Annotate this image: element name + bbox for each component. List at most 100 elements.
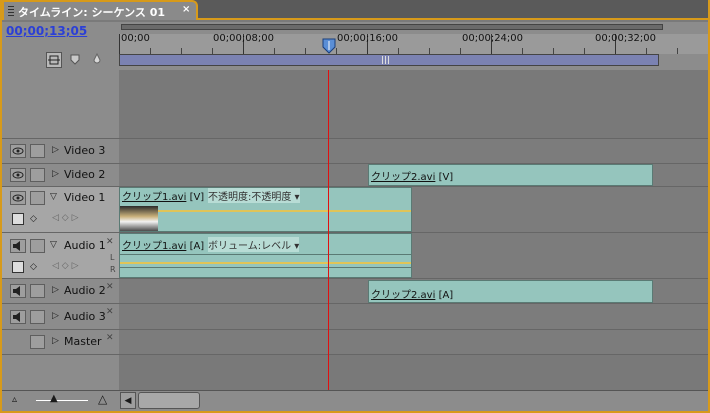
tab-title: タイムライン: シーケンス 01 xyxy=(18,6,166,19)
track-video2[interactable]: クリップ2.avi [V] xyxy=(119,163,708,186)
eye-icon[interactable] xyxy=(10,168,26,182)
lock-toggle[interactable] xyxy=(30,144,45,158)
time-ruler-area: 00;00 00;00;08;00 00;00;16;00 00;00;24;0… xyxy=(119,22,708,70)
lock-toggle[interactable] xyxy=(30,335,45,349)
clip-audio1[interactable]: クリップ1.avi [A] ボリューム:レベル ▾ xyxy=(119,233,412,278)
ruler-label: 00;00;16;00 xyxy=(337,33,399,44)
snap-icon xyxy=(48,55,60,65)
stereo-icon: ✕ xyxy=(106,307,114,317)
keyframe-display-icon[interactable]: ◇ xyxy=(30,262,37,272)
track-header-empty xyxy=(2,70,119,138)
lock-toggle[interactable] xyxy=(30,191,45,205)
stereo-icon: ✕ xyxy=(106,282,114,292)
encore-marker-button[interactable] xyxy=(90,52,106,68)
track-name: Master xyxy=(64,335,102,348)
clip-name: クリップ2.avi xyxy=(371,172,436,183)
stereo-icon: ✕ xyxy=(106,333,114,343)
channel-divider xyxy=(120,254,411,255)
effect-menu[interactable]: 不透明度:不透明度 ▾ xyxy=(208,188,300,203)
track-name: Video 2 xyxy=(64,168,106,181)
lock-toggle[interactable] xyxy=(30,239,45,253)
track-area-empty xyxy=(119,354,708,390)
track-name: Video 3 xyxy=(64,144,106,157)
track-name: Video 1 xyxy=(64,191,106,204)
horizontal-scroll-thumb[interactable] xyxy=(138,392,200,409)
grip-icon[interactable] xyxy=(8,6,14,16)
volume-line[interactable] xyxy=(120,262,411,264)
clip-tag: [A] xyxy=(438,290,454,301)
speaker-icon[interactable] xyxy=(10,284,26,298)
time-ruler[interactable]: 00;00 00;00;08;00 00;00;16;00 00;00;24;0… xyxy=(119,33,708,54)
track-header-empty xyxy=(2,354,119,390)
current-timecode[interactable]: 00;00;13;05 xyxy=(6,24,87,38)
effect-menu[interactable]: ボリューム:レベル ▾ xyxy=(208,237,300,252)
work-area-bar[interactable] xyxy=(119,54,659,66)
lock-toggle[interactable] xyxy=(30,310,45,324)
speaker-icon[interactable] xyxy=(10,310,26,324)
playhead-line[interactable] xyxy=(328,70,329,390)
clip-name: クリップ1.avi xyxy=(122,192,187,203)
zoom-slider-track[interactable] xyxy=(36,400,88,401)
collapse-icon[interactable]: ▽ xyxy=(50,240,57,250)
opacity-line[interactable] xyxy=(158,210,411,212)
ruler-label: 00;00;08;00 xyxy=(213,33,275,44)
expand-icon[interactable]: ▷ xyxy=(52,169,59,179)
track-header-video3[interactable]: ▷ Video 3 xyxy=(2,138,119,163)
track-header-master[interactable]: ▷ Master ✕ xyxy=(2,329,119,354)
track-header-video2[interactable]: ▷ Video 2 xyxy=(2,163,119,186)
keyframe-display-icon[interactable]: ◇ xyxy=(30,214,37,224)
snap-button[interactable] xyxy=(46,52,62,68)
marker-button[interactable] xyxy=(68,52,84,68)
timeline-panel: タイムライン: シーケンス 01 × 00;00;13;05 00;00 00;… xyxy=(0,0,710,413)
track-header-audio2[interactable]: ▷ Audio 2 ✕ xyxy=(2,278,119,303)
eye-icon[interactable] xyxy=(10,191,26,205)
track-master[interactable] xyxy=(119,329,708,354)
track-header-audio3[interactable]: ▷ Audio 3 ✕ xyxy=(2,303,119,329)
track-header-video1[interactable]: ▽ Video 1 ◇ ◁ ◇ ▷ xyxy=(2,186,119,232)
expand-icon[interactable]: ▷ xyxy=(52,285,59,295)
clip-video2[interactable]: クリップ2.avi [V] xyxy=(368,164,653,186)
ruler-label: 00;00;32;00 xyxy=(595,33,657,44)
clip-tag: [V] xyxy=(438,172,454,183)
speaker-icon[interactable] xyxy=(10,239,26,253)
expand-icon[interactable]: ▷ xyxy=(52,336,59,346)
grip-icon[interactable] xyxy=(382,56,390,64)
ruler-label: 00;00 xyxy=(121,33,150,44)
track-header-audio1[interactable]: ▽ Audio 1 ✕ L R ◇ ◁ ◇ ▷ xyxy=(2,232,119,278)
channel-divider xyxy=(120,267,411,268)
track-name: Audio 1 xyxy=(64,239,106,252)
close-icon[interactable]: × xyxy=(182,4,190,15)
clip-name: クリップ2.avi xyxy=(371,290,436,301)
keyframe-nav-icon[interactable]: ◁ ◇ ▷ xyxy=(52,213,79,223)
keyframe-nav-icon[interactable]: ◁ ◇ ▷ xyxy=(52,261,79,271)
track-audio3[interactable] xyxy=(119,303,708,329)
track-video3[interactable] xyxy=(119,138,708,163)
clip-video1[interactable]: クリップ1.avi [V] 不透明度:不透明度 ▾ xyxy=(119,187,412,232)
drop-icon xyxy=(93,52,101,64)
eye-icon[interactable] xyxy=(10,144,26,158)
track-video1[interactable]: クリップ1.avi [V] 不透明度:不透明度 ▾ xyxy=(119,186,708,232)
display-style-icon[interactable] xyxy=(12,213,24,225)
zoom-slider-thumb[interactable]: ▲ xyxy=(50,393,58,404)
clip-thumbnail xyxy=(120,206,158,231)
lock-toggle[interactable] xyxy=(30,168,45,182)
track-audio2[interactable]: クリップ2.avi [A] xyxy=(119,278,708,303)
lock-toggle[interactable] xyxy=(30,284,45,298)
clip-audio2[interactable]: クリップ2.avi [A] xyxy=(368,280,653,303)
ruler-label: 00;00;24;00 xyxy=(462,33,524,44)
timeline-header: 00;00;13;05 xyxy=(2,22,119,70)
zoom-in-icon[interactable]: △ xyxy=(98,392,107,406)
expand-icon[interactable]: ▷ xyxy=(52,311,59,321)
zoom-out-icon[interactable]: ▵ xyxy=(12,394,17,405)
playhead-icon[interactable] xyxy=(322,38,336,54)
scroll-left-button[interactable]: ◀ xyxy=(120,392,136,409)
collapse-icon[interactable]: ▽ xyxy=(50,192,57,202)
clip-name: クリップ1.avi xyxy=(122,241,187,252)
expand-icon[interactable]: ▷ xyxy=(52,145,59,155)
viewing-area-bar[interactable] xyxy=(121,24,663,30)
channel-left: L xyxy=(110,253,115,262)
waveform-display-icon[interactable] xyxy=(12,261,24,273)
tab-timeline[interactable]: タイムライン: シーケンス 01 × xyxy=(2,0,198,20)
track-audio1[interactable]: クリップ1.avi [A] ボリューム:レベル ▾ xyxy=(119,232,708,278)
marker-icon xyxy=(70,54,80,65)
